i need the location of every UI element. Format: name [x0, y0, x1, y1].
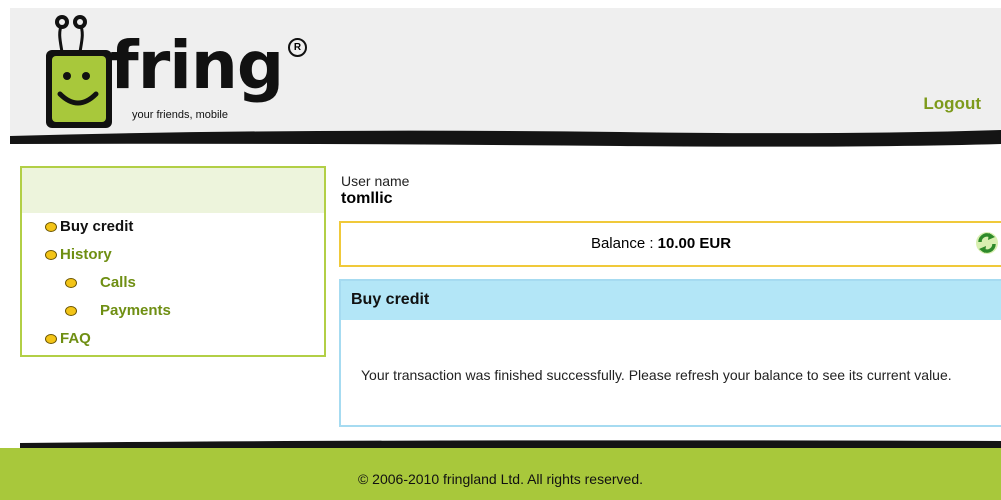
fring-logo[interactable]: fring R your friends, mobile	[40, 10, 330, 134]
sidebar-item-calls[interactable]: Calls	[22, 274, 324, 302]
sidebar-item-label[interactable]: Payments	[100, 302, 171, 319]
sidebar-item-history[interactable]: History	[22, 246, 324, 274]
bullet-icon	[65, 306, 77, 316]
sidebar-item-label[interactable]: History	[60, 246, 112, 263]
sidebar-nav: Buy credit History Calls Payments FAQ	[20, 166, 326, 357]
panel-title: Buy credit	[351, 291, 430, 308]
refresh-icon[interactable]	[975, 231, 999, 255]
balance-display: Balance : 10.00 EUR	[341, 235, 981, 252]
balance-value: 10.00 EUR	[657, 235, 732, 252]
sidebar-menu: Buy credit History Calls Payments FAQ	[22, 218, 324, 358]
sidebar-item-faq[interactable]: FAQ	[22, 330, 324, 358]
sidebar-item-label[interactable]: Calls	[100, 274, 136, 291]
buy-credit-panel: Buy credit Your transaction was finished…	[339, 279, 1001, 427]
brand-tagline: your friends, mobile	[132, 109, 228, 121]
bullet-icon	[45, 222, 57, 232]
bullet-icon	[45, 250, 57, 260]
mascot-icon	[46, 15, 112, 128]
top-strip	[0, 0, 1001, 8]
header-divider	[10, 130, 1001, 147]
sidebar-item-label[interactable]: FAQ	[60, 330, 91, 347]
user-info: User name tomllic	[341, 173, 409, 208]
page-header: fring R your friends, mobile Logout	[10, 8, 1001, 136]
balance-label: Balance :	[590, 235, 658, 252]
bullet-icon	[45, 334, 57, 344]
brand-wordmark: fring	[110, 27, 284, 104]
user-name-label: User name	[341, 173, 410, 189]
transaction-message: Your transaction was finished successful…	[361, 367, 952, 383]
balance-box: Balance : 10.00 EUR	[339, 221, 1001, 267]
sidebar-item-label[interactable]: Buy credit	[60, 218, 133, 235]
bullet-icon	[65, 278, 77, 288]
copyright-text: © 2006-2010 fringland Ltd. All rights re…	[357, 471, 644, 487]
sidebar-item-payments[interactable]: Payments	[22, 302, 324, 330]
page-footer: © 2006-2010 fringland Ltd. All rights re…	[0, 448, 1001, 500]
panel-header: Buy credit	[341, 281, 1001, 320]
registered-mark: R	[288, 38, 307, 57]
user-name-value: tomllic	[341, 190, 393, 207]
logout-link[interactable]: Logout	[923, 94, 981, 114]
sidebar-header	[22, 168, 324, 213]
sidebar-item-buy-credit[interactable]: Buy credit	[22, 218, 324, 246]
